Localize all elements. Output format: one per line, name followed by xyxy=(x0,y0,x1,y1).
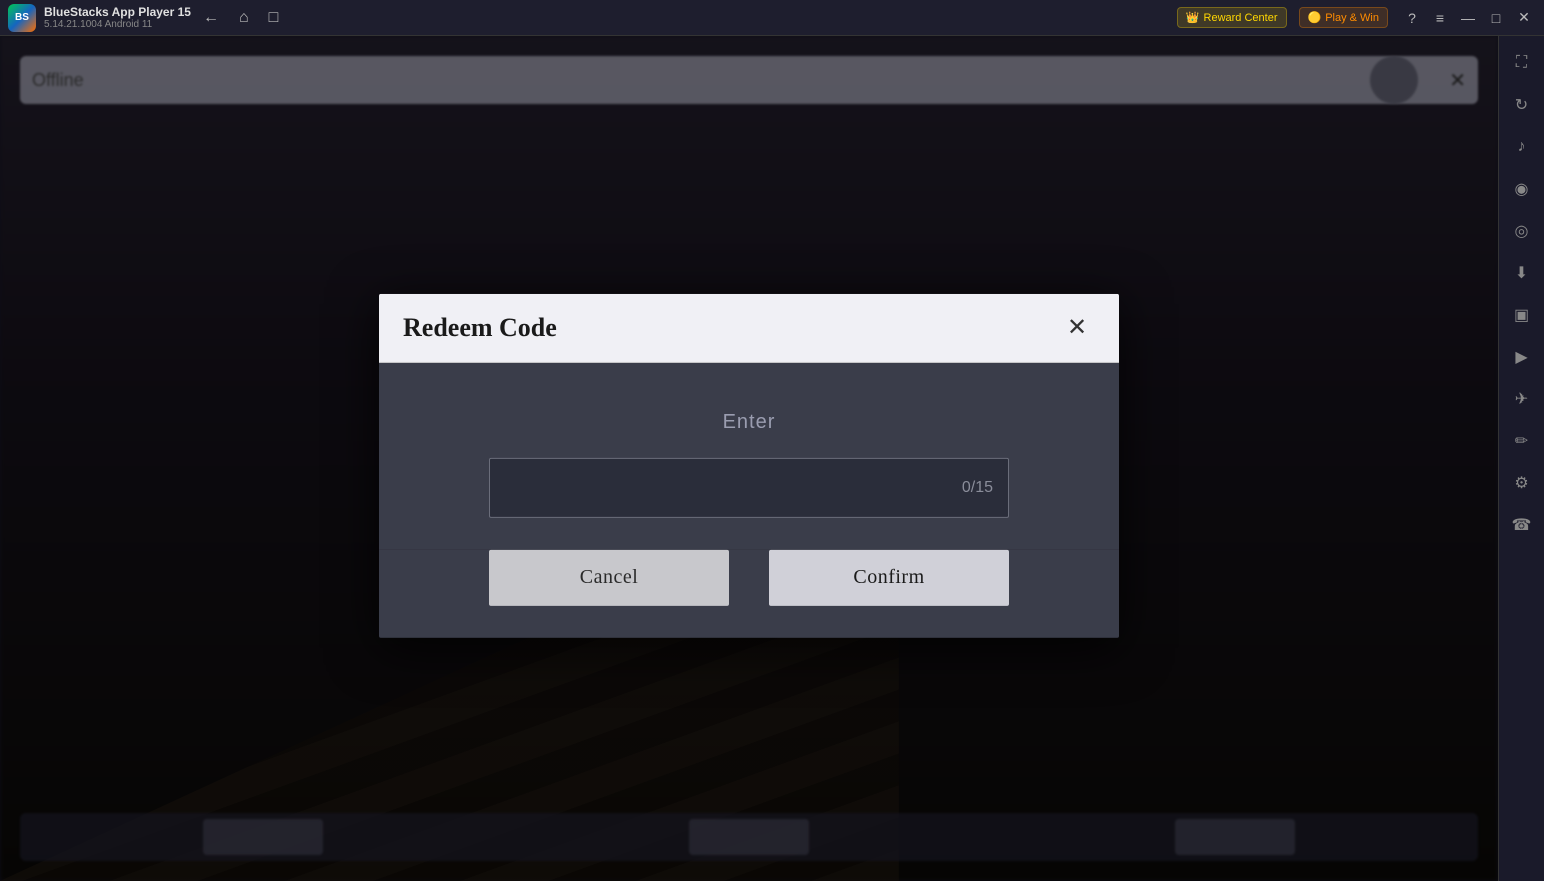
camera-sidebar-icon[interactable]: ◉ xyxy=(1503,170,1541,208)
modal-footer: Cancel Confirm xyxy=(379,549,1119,637)
video-sidebar-icon[interactable]: ▶ xyxy=(1503,338,1541,376)
main-area: Offline ✕ Redeem Code ✕ Enter 0/15 Cance… xyxy=(0,36,1498,881)
reward-center-button[interactable]: 👑 Reward Center xyxy=(1177,7,1287,28)
modal-close-button[interactable]: ✕ xyxy=(1059,309,1095,345)
bluestacks-logo: BS xyxy=(8,4,36,32)
titlebar-nav: ← ⌂ □ xyxy=(199,5,282,31)
titlebar-right: 👑 Reward Center 🟡 Play & Win ? ≡ — □ ✕ xyxy=(1177,6,1536,30)
app-version: 5.14.21.1004 Android 11 xyxy=(44,19,191,30)
right-sidebar: ⛶ ↻ ♪ ◉ ◎ ⬇ ▣ ▶ ✈ ✏ ⚙ ☎ xyxy=(1498,36,1544,881)
home-button[interactable]: ⌂ xyxy=(235,5,253,31)
earth-sidebar-icon[interactable]: ◎ xyxy=(1503,212,1541,250)
titlebar-left: BS BlueStacks App Player 15 5.14.21.1004… xyxy=(8,4,282,32)
window-controls: ? ≡ — □ ✕ xyxy=(1400,6,1536,30)
copy-button[interactable]: □ xyxy=(265,5,283,31)
rotate-sidebar-icon[interactable]: ↻ xyxy=(1503,86,1541,124)
maximize-button[interactable]: □ xyxy=(1484,6,1508,30)
coin-icon: 🟡 xyxy=(1308,11,1322,24)
modal-header: Redeem Code ✕ xyxy=(379,293,1119,362)
menu-button[interactable]: ≡ xyxy=(1428,6,1452,30)
modal-body: Enter 0/15 xyxy=(379,362,1119,549)
close-button[interactable]: ✕ xyxy=(1512,6,1536,30)
help-button[interactable]: ? xyxy=(1400,6,1424,30)
settings-sidebar-icon[interactable]: ⚙ xyxy=(1503,464,1541,502)
cancel-button[interactable]: Cancel xyxy=(489,549,729,605)
volume-sidebar-icon[interactable]: ♪ xyxy=(1503,128,1541,166)
play-win-label: Play & Win xyxy=(1325,12,1379,24)
reward-center-label: Reward Center xyxy=(1204,12,1278,24)
crown-icon: 👑 xyxy=(1186,11,1200,24)
play-win-button[interactable]: 🟡 Play & Win xyxy=(1299,7,1389,28)
redeem-code-modal: Redeem Code ✕ Enter 0/15 Cancel Confirm xyxy=(379,293,1119,637)
fullscreen-sidebar-icon[interactable]: ⛶ xyxy=(1503,44,1541,82)
titlebar: BS BlueStacks App Player 15 5.14.21.1004… xyxy=(0,0,1544,36)
enter-label: Enter xyxy=(723,410,776,433)
apk-sidebar-icon[interactable]: ⬇ xyxy=(1503,254,1541,292)
plane-sidebar-icon[interactable]: ✈ xyxy=(1503,380,1541,418)
app-name: BlueStacks App Player 15 xyxy=(44,5,191,19)
confirm-button[interactable]: Confirm xyxy=(769,549,1009,605)
redeem-code-input[interactable] xyxy=(489,457,1009,517)
modal-title: Redeem Code xyxy=(403,312,557,342)
phone-sidebar-icon[interactable]: ☎ xyxy=(1503,506,1541,544)
code-input-wrapper: 0/15 xyxy=(489,457,1009,517)
back-button[interactable]: ← xyxy=(199,5,223,31)
brush-sidebar-icon[interactable]: ✏ xyxy=(1503,422,1541,460)
screenshot-sidebar-icon[interactable]: ▣ xyxy=(1503,296,1541,334)
minimize-button[interactable]: — xyxy=(1456,6,1480,30)
